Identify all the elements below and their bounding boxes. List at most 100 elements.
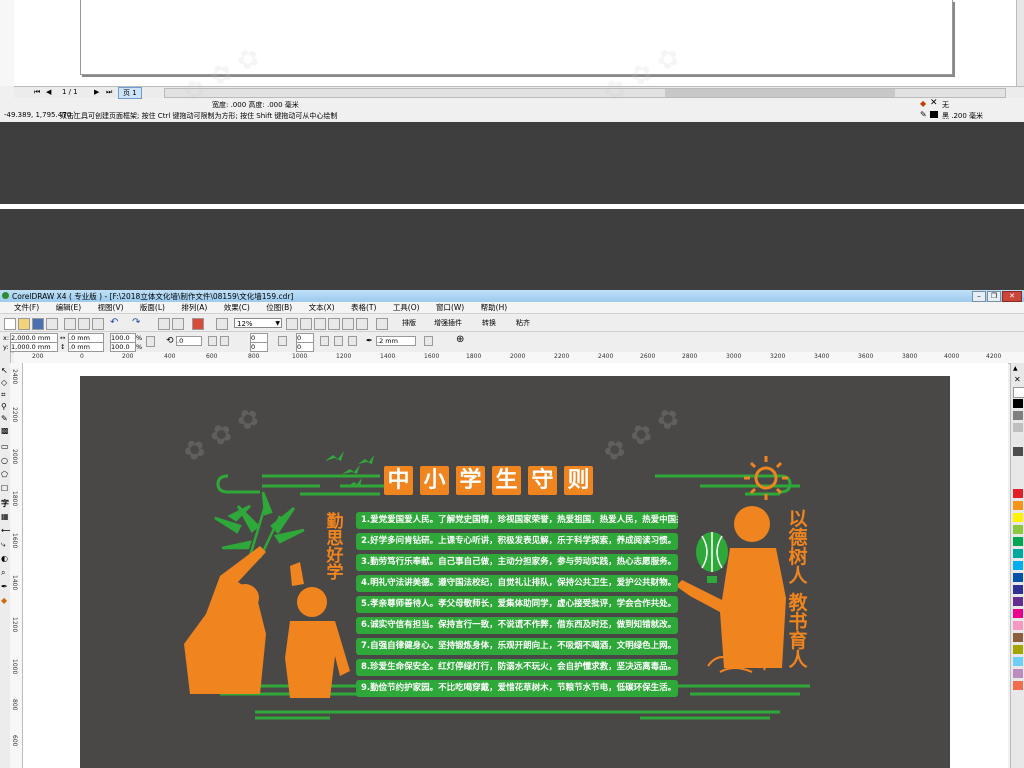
top-vscroll[interactable]	[1016, 0, 1024, 86]
swatch-blue[interactable]	[1013, 573, 1023, 582]
swatch-orange[interactable]	[1013, 501, 1023, 510]
crop-tool-icon[interactable]: ⌗	[1, 390, 6, 400]
swatch-olive[interactable]	[1013, 645, 1023, 654]
blend-tool-icon[interactable]: ◐	[1, 554, 8, 563]
copy-icon[interactable]	[78, 318, 90, 330]
prev-page-icon[interactable]: ◀	[46, 88, 51, 96]
back-icon[interactable]	[348, 336, 357, 346]
num-field-b[interactable]: 0	[250, 342, 268, 352]
y-field[interactable]: 1,000.0 mm	[10, 342, 58, 352]
save-icon[interactable]	[32, 318, 44, 330]
menu-view[interactable]: 视图(V)	[98, 303, 124, 312]
swatch-sky[interactable]	[1013, 657, 1023, 666]
stroke-select[interactable]: .2 mm	[376, 336, 416, 346]
next-page-icon[interactable]: ▶	[94, 88, 99, 96]
fill-tool-icon[interactable]: ◆	[1, 596, 7, 605]
outline-tool-icon[interactable]: ✒	[1, 582, 8, 591]
lock-ratio-icon[interactable]	[146, 336, 155, 347]
convert-curve-icon[interactable]	[424, 336, 433, 346]
menu-window[interactable]: 窗口(W)	[436, 303, 464, 312]
close-button[interactable]: ✕	[1002, 291, 1022, 302]
scale-height-field[interactable]: 100.0	[110, 342, 136, 352]
restore-button[interactable]: ❐	[987, 291, 1001, 302]
zoom-out-icon[interactable]	[300, 318, 312, 330]
eyedropper-tool-icon[interactable]: ⌕	[1, 568, 5, 578]
new-icon[interactable]	[4, 318, 16, 330]
swatch-purple[interactable]	[1013, 597, 1023, 606]
swatch-dark[interactable]	[1013, 447, 1023, 456]
swatch-pink[interactable]	[1013, 621, 1023, 630]
swatch-cyan[interactable]	[1013, 561, 1023, 570]
text-tool-icon[interactable]: 字	[1, 498, 9, 509]
swatch-magenta[interactable]	[1013, 609, 1023, 618]
zoom-select[interactable]: 12% ▼	[234, 318, 282, 328]
mirror-h-icon[interactable]	[208, 336, 217, 346]
table-tool-icon[interactable]: ▦	[1, 512, 9, 521]
zoom-fit-icon[interactable]	[314, 318, 326, 330]
swatch-yellow[interactable]	[1013, 513, 1023, 522]
pick-tool-icon[interactable]: ↖	[1, 366, 8, 375]
print-icon[interactable]	[46, 318, 58, 330]
swatch-brown[interactable]	[1013, 633, 1023, 642]
num-field-d[interactable]: 0	[296, 342, 314, 352]
ellipse-tool-icon[interactable]: ○	[1, 456, 8, 465]
open-icon[interactable]	[18, 318, 30, 330]
mirror-v-icon[interactable]	[220, 336, 229, 346]
menu-effects[interactable]: 效果(C)	[224, 303, 250, 312]
cut-icon[interactable]	[64, 318, 76, 330]
snap-icon[interactable]	[376, 318, 388, 330]
align-plugin-button[interactable]: 粘齐	[516, 318, 530, 328]
zoom-selection-icon[interactable]	[328, 318, 340, 330]
first-page-icon[interactable]: ⏮	[34, 88, 40, 97]
front-icon[interactable]	[334, 336, 343, 346]
swatch-teal[interactable]	[1013, 549, 1023, 558]
swatch-coral[interactable]	[1013, 681, 1023, 690]
wrap-icon[interactable]	[320, 336, 329, 346]
smart-fill-icon[interactable]: ▩	[1, 426, 9, 435]
undo-icon[interactable]: ↶	[110, 317, 118, 328]
menu-table[interactable]: 表格(T)	[351, 303, 376, 312]
palette-scroll-up-icon[interactable]: ▲	[1013, 365, 1018, 372]
export-icon[interactable]	[172, 318, 184, 330]
swatch-white[interactable]	[1013, 387, 1024, 398]
swatch-green[interactable]	[1013, 537, 1023, 546]
menu-layout[interactable]: 版面(L)	[140, 303, 165, 312]
swatch-black[interactable]	[1013, 399, 1023, 408]
menu-file[interactable]: 文件(F)	[14, 303, 39, 312]
publish-icon[interactable]	[192, 318, 204, 330]
menu-text[interactable]: 文本(X)	[309, 303, 335, 312]
menu-edit[interactable]: 编辑(E)	[56, 303, 82, 312]
polygon-tool-icon[interactable]: ⬠	[1, 470, 8, 479]
angle-field[interactable]: .0	[176, 336, 202, 346]
swatch-navy[interactable]	[1013, 585, 1023, 594]
last-page-icon[interactable]: ⏭	[106, 88, 112, 97]
menu-arrange[interactable]: 排列(A)	[181, 303, 207, 312]
menu-help[interactable]: 帮助(H)	[481, 303, 508, 312]
horizontal-scrollbar[interactable]	[164, 88, 1006, 98]
scroll-thumb[interactable]	[665, 89, 895, 97]
convert-plugin-button[interactable]: 转换	[482, 318, 496, 328]
no-color-swatch[interactable]: ✕	[1014, 375, 1021, 384]
minimize-button[interactable]: –	[972, 291, 986, 302]
paste-icon[interactable]	[92, 318, 104, 330]
menu-bitmaps[interactable]: 位图(B)	[266, 303, 292, 312]
corner-icon[interactable]	[278, 336, 287, 346]
shape-tool-icon[interactable]: ◇	[1, 378, 7, 387]
redo-icon[interactable]: ↷	[132, 317, 140, 328]
page-tab[interactable]: 页 1	[118, 87, 142, 99]
import-icon[interactable]	[158, 318, 170, 330]
freehand-tool-icon[interactable]: ✎	[1, 414, 8, 423]
zoom-tool-icon[interactable]: ⚲	[1, 402, 7, 411]
swatch-lavender[interactable]	[1013, 669, 1023, 678]
enhance-plugin-button[interactable]: 增强插件	[434, 318, 462, 328]
target-icon[interactable]: ⊕	[456, 334, 464, 345]
swatch-lime[interactable]	[1013, 525, 1023, 534]
layout-plugin-button[interactable]: 排版	[402, 318, 416, 328]
swatch-light[interactable]	[1013, 435, 1023, 444]
zoom-in-icon[interactable]	[286, 318, 298, 330]
swatch-gray[interactable]	[1013, 411, 1023, 420]
swatch-red[interactable]	[1013, 489, 1023, 498]
connector-tool-icon[interactable]: ⤷	[1, 540, 5, 550]
menu-tools[interactable]: 工具(O)	[393, 303, 420, 312]
height-field[interactable]: .0 mm	[68, 342, 104, 352]
